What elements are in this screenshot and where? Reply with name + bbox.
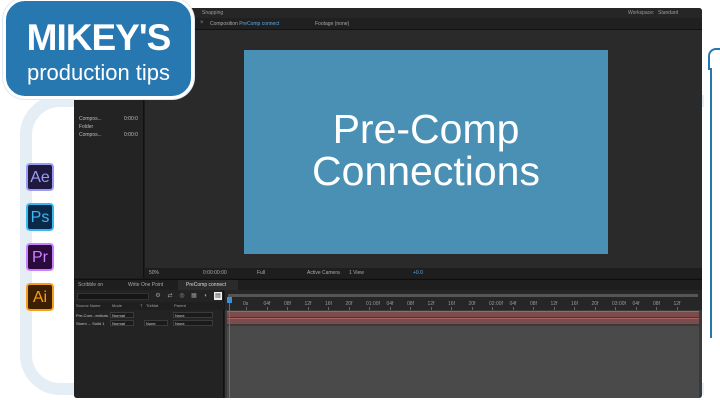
workspace-label: Workspace: [628, 10, 655, 16]
decorative-line [710, 68, 712, 338]
ruler-tick-mark [369, 307, 370, 310]
project-item-duration: 0:00:0 [124, 132, 138, 138]
col-trkmat: TrkMat [146, 303, 159, 308]
ruler-tick-mark [430, 307, 432, 310]
project-item[interactable]: Compos... [79, 116, 102, 122]
tab-composition[interactable]: Composition PreComp connect [210, 21, 279, 27]
premiere-icon: Pr [26, 243, 54, 271]
right-decoration [704, 8, 720, 398]
snapping-label[interactable]: Snapping [202, 10, 223, 16]
time-ruler[interactable]: 0s 04f 08f 12f 16f 20f 01:00f 04f 08f 12f 16f 20f 02… [225, 290, 702, 310]
layer-duration-bar[interactable] [227, 318, 699, 324]
ruler-tick-mark [656, 307, 657, 310]
tab-composition-label: Composition [210, 21, 238, 27]
work-area-bar[interactable] [228, 294, 698, 297]
composition-title: Pre-Comp Connections [244, 108, 608, 192]
ruler-tick-mark [553, 307, 555, 310]
col-parent: Parent [174, 303, 186, 308]
layer-row[interactable]: Storm ... Solid 1 Normal None None [74, 320, 224, 327]
timeline-graph[interactable]: 0s 04f 08f 12f 16f 20f 01:00f 04f 08f 12f 16f 20f 02… [225, 290, 702, 398]
zoom-select[interactable]: 50% [149, 270, 159, 276]
layer-panel: ⚙ ⇄ ◎ ▦ ◐ ▤ Source Name Mode T TrkMat Pa… [74, 290, 224, 398]
resolution-select[interactable]: Full [257, 270, 265, 276]
layer-parent-select[interactable]: None [173, 312, 213, 318]
ruler-tick-mark [492, 307, 493, 310]
col-mode: Mode [112, 303, 123, 308]
workspace-select[interactable]: Standard [658, 10, 678, 16]
layer-mode-select[interactable]: Normal [110, 320, 134, 326]
ruler-tick-mark [574, 307, 575, 310]
close-icon[interactable]: × [200, 20, 204, 26]
frame-blending-icon[interactable]: ▦ [190, 292, 198, 300]
ruler-tick-mark [512, 307, 514, 310]
layer-parent-select[interactable]: None [173, 320, 213, 326]
composition-viewer[interactable]: Pre-Comp Connections [145, 30, 702, 268]
title-line-2: Connections [312, 148, 540, 194]
ruler-tick-mark [246, 307, 247, 310]
col-t: T [140, 303, 143, 308]
composition-frame: Pre-Comp Connections [244, 50, 608, 254]
project-item[interactable]: Compos... [79, 132, 102, 138]
ruler-tick-mark [348, 307, 350, 310]
tab-write-one-point[interactable]: Write One Point [128, 282, 163, 288]
col-source-name: Source Name [76, 303, 101, 308]
ruler-tick-mark [635, 307, 637, 310]
layer-mode-select[interactable]: Normal [110, 312, 134, 318]
comp-flowchart-icon[interactable]: ⇄ [166, 292, 174, 300]
ruler-tick-mark [307, 307, 309, 310]
ruler-tick-mark [287, 307, 288, 310]
timeline-empty-area [227, 326, 699, 398]
ruler-tick-mark [389, 307, 391, 310]
viewer-toolbar: 50% 0:00:00:00 Full Active Camera 1 View… [145, 268, 702, 278]
motion-blur-icon[interactable]: ◐ [202, 292, 210, 300]
ruler-tick-mark [410, 307, 411, 310]
shy-icon[interactable]: ◎ [178, 292, 186, 300]
layer-name[interactable]: Pre-Com...ections [76, 313, 108, 318]
video-thumbnail: Snapping Workspace: Standard × Compositi… [0, 0, 720, 404]
tab-scribble-on[interactable]: Scribble on [78, 282, 103, 288]
tab-footage[interactable]: Footage (none) [315, 21, 349, 27]
layer-trkmat-select[interactable]: None [144, 320, 168, 326]
current-time-display[interactable]: 0:00:00:00 [203, 270, 227, 276]
mikeys-logo: MIKEY'S production tips [3, 0, 194, 99]
graph-editor-icon[interactable]: ▤ [214, 292, 222, 300]
ruler-tick-mark [676, 307, 678, 310]
ruler-tick-mark [266, 307, 268, 310]
layer-row[interactable]: Pre-Com...ections Normal None [74, 312, 224, 319]
tab-precomp-connect[interactable]: PreComp connect [186, 282, 226, 288]
exposure-value[interactable]: +0.0 [413, 270, 423, 276]
draft-3d-icon[interactable]: ⚙ [154, 292, 162, 300]
ruler-tick-mark [615, 307, 616, 310]
timeline-tabs: Scribble on Write One Point PreComp conn… [74, 279, 702, 291]
logo-title: MIKEY'S [26, 17, 172, 58]
layer-name[interactable]: Storm ... Solid 1 [76, 321, 104, 326]
project-item-duration: 0:00:0 [124, 116, 138, 122]
camera-select[interactable]: Active Camera [307, 270, 340, 276]
layer-search-input[interactable] [77, 293, 149, 300]
tab-composition-name: PreComp connect [239, 21, 280, 27]
ruler-tick-mark [594, 307, 596, 310]
decorative-hook [708, 48, 720, 70]
layer-column-header: Source Name Mode T TrkMat Parent [74, 302, 224, 310]
current-time-indicator-line [229, 303, 230, 398]
project-item[interactable]: Folder [79, 124, 93, 130]
current-time-indicator[interactable] [227, 297, 232, 303]
title-line-1: Pre-Comp [332, 106, 520, 152]
ruler-tick-mark [471, 307, 473, 310]
photoshop-icon: Ps [26, 203, 54, 231]
ruler-tick-mark [328, 307, 329, 310]
ruler-tick-mark [533, 307, 534, 310]
views-select[interactable]: 1 View [349, 270, 364, 276]
ruler-tick-mark [451, 307, 452, 310]
illustrator-icon: Ai [26, 283, 54, 311]
layer-duration-bar[interactable] [227, 311, 699, 317]
logo-subtitle: production tips [26, 60, 171, 85]
after-effects-icon: Ae [26, 163, 54, 191]
